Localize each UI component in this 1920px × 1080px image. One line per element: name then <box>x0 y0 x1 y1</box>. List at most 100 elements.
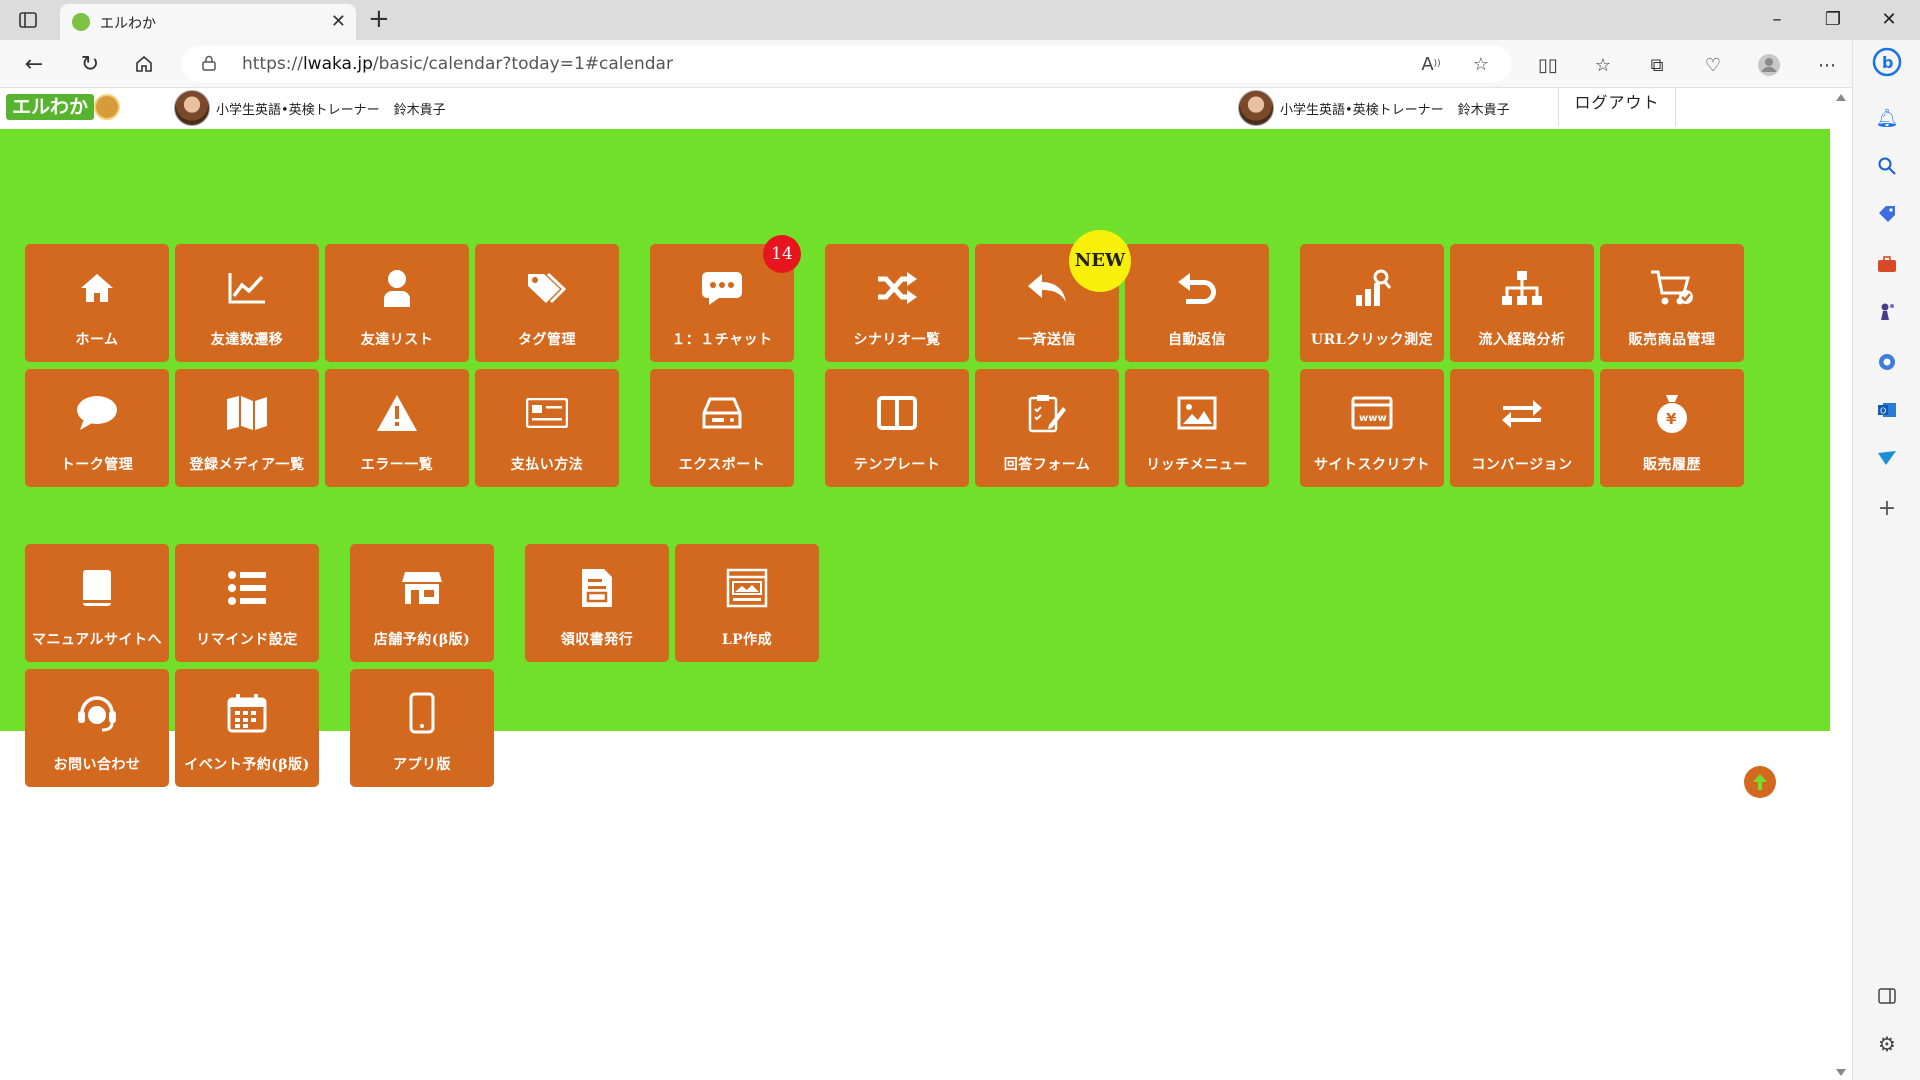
undo-icon <box>1125 268 1269 308</box>
address-bar[interactable]: https://lwaka.jp/basic/calendar?today=1#… <box>182 46 1512 82</box>
image-icon <box>1125 393 1269 433</box>
add-sidebar-icon[interactable]: + <box>1875 496 1899 521</box>
reload-icon[interactable]: ↻ <box>74 48 106 80</box>
credit-card-icon <box>475 393 619 433</box>
tile-manual[interactable]: マニュアルサイトへ <box>25 544 169 662</box>
tile-conversion[interactable]: コンバージョン <box>1450 369 1594 487</box>
site-logo[interactable]: エルわか <box>6 92 120 122</box>
tile-contact[interactable]: お問い合わせ <box>25 669 169 787</box>
scroll-down-arrow-icon[interactable] <box>1836 1069 1846 1076</box>
scroll-to-top-button[interactable] <box>1744 766 1776 798</box>
tools-briefcase-icon[interactable] <box>1875 252 1899 276</box>
back-icon[interactable]: ← <box>18 48 50 80</box>
send-plane-icon[interactable] <box>1875 446 1899 470</box>
page-scrollbar[interactable] <box>1830 88 1852 1080</box>
tile-label: コンバージョン <box>1471 457 1573 473</box>
hide-sidebar-icon[interactable] <box>1875 984 1899 1008</box>
tile-label: 領収書発行 <box>560 632 634 648</box>
tile-label: リマインド設定 <box>196 632 298 648</box>
tile-inflow[interactable]: 流入経路分析 <box>1450 244 1594 362</box>
collections-icon[interactable]: ⧉ <box>1644 52 1670 78</box>
browser-essentials-icon[interactable]: ♡ <box>1700 52 1726 78</box>
shuffle-icon <box>825 268 969 308</box>
tile-payment[interactable]: 支払い方法 <box>475 369 619 487</box>
split-screen-icon[interactable]: ▯▯ <box>1535 52 1561 78</box>
new-tab-icon[interactable]: + <box>368 5 390 33</box>
logo-monkey-icon <box>94 94 120 120</box>
tile-label: 登録メディア一覧 <box>189 457 305 473</box>
search-icon[interactable] <box>1875 154 1899 178</box>
favorite-star-icon[interactable]: ☆ <box>1468 52 1494 76</box>
edge-sidebar: b 🔔︎ O + ⚙ <box>1852 40 1920 1080</box>
tile-receipt[interactable]: 領収書発行 <box>525 544 669 662</box>
tile-label: エクスポート <box>678 457 766 473</box>
tile-label: ホーム <box>75 332 119 348</box>
bing-copilot-icon[interactable]: b <box>1871 46 1903 78</box>
scroll-up-arrow-icon[interactable] <box>1836 94 1846 101</box>
tile-scenario-list[interactable]: シナリオ一覧 <box>825 244 969 362</box>
profile-icon[interactable] <box>1756 52 1782 78</box>
minimize-icon[interactable]: – <box>1754 6 1800 34</box>
tile-label: イベント予約(β版) <box>184 757 310 773</box>
svg-text:www: www <box>1359 413 1387 424</box>
tile-auto-reply[interactable]: 自動返信 <box>1125 244 1269 362</box>
tab-close-icon[interactable]: ✕ <box>331 11 346 32</box>
logout-button[interactable]: ログアウト <box>1558 88 1676 126</box>
tile-media-list[interactable]: 登録メディア一覧 <box>175 369 319 487</box>
browser-tab-active[interactable]: エルわか ✕ <box>60 4 356 40</box>
tile-talk-mgmt[interactable]: トーク管理 <box>25 369 169 487</box>
browser-www-icon: www <box>1300 393 1444 433</box>
tile-home[interactable]: ホーム <box>25 244 169 362</box>
user-role: 小学生英語•英検トレーナー <box>216 102 380 118</box>
clipboard-edit-icon <box>975 393 1119 433</box>
more-options-icon[interactable]: ⋯ <box>1814 52 1840 78</box>
notification-bell-icon[interactable]: 🔔︎ <box>1875 106 1899 130</box>
tile-label: マニュアルサイトへ <box>31 632 163 648</box>
shopping-tag-icon[interactable] <box>1875 202 1899 226</box>
tile-label: 友達数遷移 <box>210 332 284 348</box>
games-chess-icon[interactable] <box>1875 300 1899 324</box>
tile-site-script[interactable]: www サイトスクリプト <box>1300 369 1444 487</box>
logo-text: エルわか <box>6 94 95 120</box>
tile-export[interactable]: エクスポート <box>650 369 794 487</box>
user-info-right: 小学生英語•英検トレーナー 鈴木貴子 <box>1238 90 1510 126</box>
new-badge: NEW <box>1069 230 1131 292</box>
tile-store-reserve[interactable]: 店舗予約(β版) <box>350 544 494 662</box>
tile-label: 回答フォーム <box>1003 457 1091 473</box>
maximize-icon[interactable]: ❐ <box>1810 6 1856 34</box>
svg-text:O: O <box>1880 407 1886 416</box>
tile-product-mgmt[interactable]: 販売商品管理 <box>1600 244 1744 362</box>
tile-event-reserve[interactable]: イベント予約(β版) <box>175 669 319 787</box>
tile-rich-menu[interactable]: リッチメニュー <box>1125 369 1269 487</box>
list-icon <box>175 568 319 608</box>
outlook-icon[interactable]: O <box>1875 398 1899 422</box>
tile-error-list[interactable]: エラー一覧 <box>325 369 469 487</box>
tile-remind[interactable]: リマインド設定 <box>175 544 319 662</box>
tile-label: タグ管理 <box>518 332 576 348</box>
window-close-icon[interactable]: ✕ <box>1866 6 1912 34</box>
favorites-icon[interactable]: ☆ <box>1590 52 1616 78</box>
tile-lp[interactable]: LP作成 <box>675 544 819 662</box>
tile-label: 販売商品管理 <box>1628 332 1716 348</box>
tile-sales-history[interactable]: ¥ 販売履歴 <box>1600 369 1744 487</box>
read-aloud-icon[interactable]: A)) <box>1418 52 1444 76</box>
tile-template[interactable]: テンプレート <box>825 369 969 487</box>
microsoft365-icon[interactable] <box>1875 350 1899 374</box>
lock-icon[interactable] <box>202 55 216 75</box>
speech-bubble-icon <box>25 393 169 433</box>
tile-friend-list[interactable]: 友達リスト <box>325 244 469 362</box>
url-text[interactable]: https://lwaka.jp/basic/calendar?today=1#… <box>242 54 673 74</box>
avatar <box>174 90 210 126</box>
tile-tag-mgmt[interactable]: タグ管理 <box>475 244 619 362</box>
tile-friend-trend[interactable]: 友達数遷移 <box>175 244 319 362</box>
money-bag-icon: ¥ <box>1600 393 1744 433</box>
settings-gear-icon[interactable]: ⚙ <box>1875 1032 1899 1056</box>
tile-answer-form[interactable]: 回答フォーム <box>975 369 1119 487</box>
tile-label: １：１チャット <box>671 332 773 348</box>
tile-label: 販売履歴 <box>1643 457 1701 473</box>
home-icon[interactable] <box>128 48 160 80</box>
favicon-icon <box>72 13 90 31</box>
tile-app[interactable]: アプリ版 <box>350 669 494 787</box>
tile-url-click[interactable]: URLクリック測定 <box>1300 244 1444 362</box>
tab-actions-icon[interactable] <box>14 8 42 32</box>
